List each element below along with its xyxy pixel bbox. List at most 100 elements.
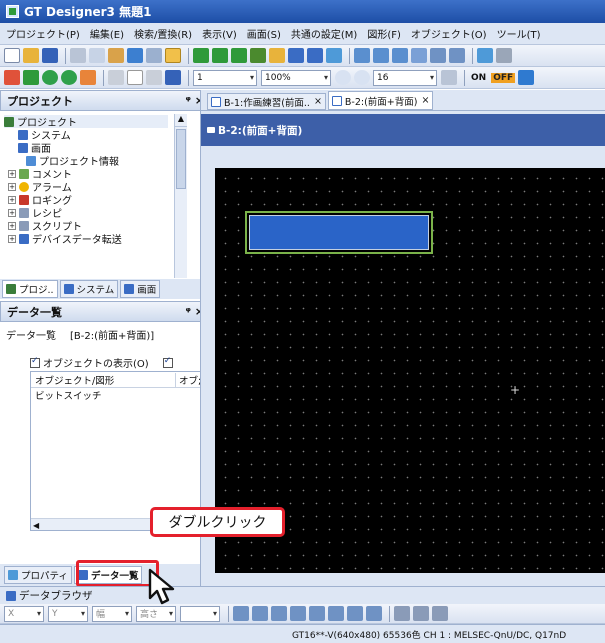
pointer-icon[interactable] (165, 48, 181, 63)
data-pane-screen: [B-2:(前面+背面)] (70, 331, 155, 342)
tree-item-system[interactable]: システム (4, 128, 168, 142)
abc-icon[interactable] (449, 48, 465, 63)
y-field[interactable]: Y (48, 605, 88, 622)
copy-icon[interactable] (89, 48, 105, 63)
undo-icon[interactable] (127, 48, 143, 63)
zoom-select[interactable]: 100% (261, 69, 331, 86)
bit-switch-object[interactable] (245, 211, 433, 254)
project-pane-header: プロジェクト ᵠ × (0, 90, 211, 111)
screen-new-icon[interactable] (193, 48, 209, 63)
align-top-icon[interactable] (290, 606, 306, 621)
project-pane: プロジェクト ᵠ × プロジェクト システム 画面 プロジェクト情報 + コメント… (0, 90, 212, 300)
scroll-up-icon[interactable]: ▲ (175, 114, 187, 127)
menu-view[interactable]: 表示(V) (202, 26, 237, 41)
tree-item-project[interactable]: プロジェクト (4, 115, 168, 129)
rectangle-icon[interactable] (127, 70, 143, 85)
align-bottom-icon[interactable] (328, 606, 344, 621)
extra-field[interactable] (180, 605, 220, 622)
tree-item-device-transfer[interactable]: + デバイスデータ転送 (4, 232, 168, 246)
distribute-v-icon[interactable] (366, 606, 382, 621)
tool1-icon[interactable] (477, 48, 493, 63)
off-toggle[interactable]: OFF (491, 72, 516, 83)
switch-icon[interactable] (288, 48, 304, 63)
tab-system[interactable]: システム (59, 280, 119, 298)
pen-icon[interactable] (432, 606, 448, 621)
scroll-thumb[interactable] (176, 129, 186, 189)
line-style-icon[interactable] (413, 606, 429, 621)
align-center-icon[interactable] (252, 606, 268, 621)
close-icon[interactable]: × (314, 96, 322, 107)
screen-copy-icon[interactable] (250, 48, 266, 63)
menu-edit[interactable]: 編集(E) (90, 26, 124, 41)
menu-bar: プロジェクト(P) 編集(E) 検索/置換(R) 表示(V) 画面(S) 共通の… (0, 23, 605, 45)
menu-tool[interactable]: ツール(T) (497, 26, 541, 41)
tab-properties[interactable]: プロパティ (4, 566, 72, 584)
line-color-icon[interactable] (146, 70, 162, 85)
show-figures-checkbox[interactable] (162, 356, 173, 368)
on-toggle[interactable]: ON (469, 73, 488, 83)
paste-icon[interactable] (108, 48, 124, 63)
line-width-select[interactable]: 1 (193, 69, 257, 86)
grid-color-icon[interactable] (441, 70, 457, 85)
width-field[interactable]: 幅 (92, 605, 132, 622)
data-browser-bar: データブラウザ (0, 586, 605, 604)
tree-item-recipe[interactable]: + レシピ (4, 206, 168, 220)
show-objects-checkbox[interactable] (30, 356, 40, 368)
graph-icon[interactable] (326, 48, 342, 63)
logging-icon (19, 194, 29, 205)
tree-item-logging[interactable]: + ロギング (4, 193, 168, 207)
select-icon[interactable] (165, 70, 181, 85)
doc-tab-b2[interactable]: B-2:(前面+背面) × (327, 91, 434, 110)
project-scrollbar[interactable]: ▲ (174, 114, 187, 278)
tab-screen[interactable]: 画面 (120, 280, 161, 298)
device-icon[interactable] (430, 48, 446, 63)
layout3-icon[interactable] (392, 48, 408, 63)
save-icon[interactable] (42, 48, 58, 63)
fill-pattern-icon[interactable] (108, 70, 124, 85)
forward-icon[interactable] (61, 70, 77, 85)
fill-icon[interactable] (394, 606, 410, 621)
zoom-in-icon[interactable] (335, 70, 351, 85)
doc-tab-b1[interactable]: B-1:作画練習(前面.. × (207, 93, 326, 110)
redo-icon[interactable] (146, 48, 162, 63)
cut-icon[interactable] (70, 48, 86, 63)
menu-search-replace[interactable]: 検索/置換(R) (134, 26, 192, 41)
align-right-icon[interactable] (271, 606, 287, 621)
align-middle-icon[interactable] (309, 606, 325, 621)
layout2-icon[interactable] (373, 48, 389, 63)
layout-icon[interactable] (354, 48, 370, 63)
open-folder-icon[interactable] (23, 48, 39, 63)
zoom-out-icon[interactable] (354, 70, 370, 85)
list-item[interactable]: ビットスイッチ (31, 388, 211, 402)
cursor-crosshair: + (510, 383, 521, 397)
tree-item-comment[interactable]: + コメント (4, 167, 168, 181)
tool2-icon[interactable] (496, 48, 512, 63)
screen-add-icon[interactable] (4, 70, 20, 85)
align-left-icon[interactable] (233, 606, 249, 621)
tree-item-project-info[interactable]: プロジェクト情報 (4, 154, 168, 168)
tab-project[interactable]: プロジ.. (2, 280, 58, 298)
grid-select[interactable]: 16 (373, 69, 437, 86)
x-field[interactable]: X (4, 605, 44, 622)
data-browser-tab[interactable]: データブラウザ (19, 588, 93, 603)
new-file-icon[interactable] (4, 48, 20, 63)
back-icon[interactable] (42, 70, 58, 85)
menu-project[interactable]: プロジェクト(P) (6, 26, 80, 41)
screen-image-icon[interactable] (23, 70, 39, 85)
screen-switch-icon[interactable] (80, 70, 96, 85)
distribute-h-icon[interactable] (347, 606, 363, 621)
screen-close-icon[interactable] (231, 48, 247, 63)
menu-object[interactable]: オブジェクト(O) (411, 26, 487, 41)
device-monitor-icon[interactable] (518, 70, 535, 85)
screen-open-icon[interactable] (212, 48, 228, 63)
info-icon (26, 155, 36, 166)
menu-common-settings[interactable]: 共通の設定(M) (291, 26, 357, 41)
close-icon[interactable]: × (421, 95, 429, 106)
layout4-icon[interactable] (411, 48, 427, 63)
project-tree: プロジェクト システム 画面 プロジェクト情報 + コメント + アラーム + ロギン… (0, 111, 168, 279)
display-icon[interactable] (307, 48, 323, 63)
menu-screen[interactable]: 画面(S) (247, 26, 281, 41)
lamp-icon[interactable] (269, 48, 285, 63)
menu-figure[interactable]: 図形(F) (367, 26, 401, 41)
tree-item-alarm[interactable]: + アラーム (4, 180, 168, 194)
